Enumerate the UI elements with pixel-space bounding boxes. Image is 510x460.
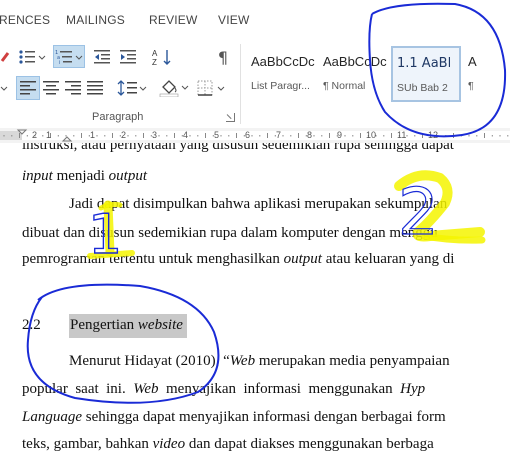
align-center-icon: [43, 81, 59, 95]
decrease-indent-button[interactable]: [91, 46, 113, 68]
show-hide-marks-button[interactable]: ¶: [212, 46, 234, 68]
style-sample: AaBbCcDc: [251, 54, 315, 69]
justify-button[interactable]: [84, 76, 106, 100]
svg-text:i: i: [59, 60, 60, 65]
ruler-number: 2: [121, 130, 127, 140]
ruler-number: 4: [183, 130, 189, 140]
text-line: Language sehingga dapat menyajikan infor…: [22, 409, 446, 425]
ruler-number: 1: [46, 130, 52, 140]
style-sample: A: [468, 54, 477, 69]
justify-icon: [87, 81, 103, 95]
svg-text:Z: Z: [152, 58, 157, 66]
shading-button[interactable]: [157, 76, 191, 100]
styles-gallery: AaBbCcDc List Paragr... AaBbCcDc ¶ Norma…: [243, 38, 510, 104]
text-line: dibuat dan disusun sedemikian rupa dalam…: [22, 225, 438, 241]
align-left-button[interactable]: [16, 76, 40, 100]
style-sample: 1.1 AaBl: [397, 56, 452, 71]
clear-format-icon[interactable]: [0, 46, 10, 68]
multilevel-list-button[interactable]: 1 a i: [53, 45, 85, 68]
decrease-indent-icon: [94, 50, 110, 64]
heading-title-selected[interactable]: Pengertian website: [69, 314, 187, 338]
ruler-number: 10: [366, 130, 377, 140]
borders-icon: [197, 80, 225, 96]
style-name: ¶: [468, 80, 474, 92]
style-name: List Paragr...: [251, 80, 310, 92]
style-name: ¶ Normal: [323, 80, 366, 92]
paragraph-dialog-launcher-icon[interactable]: [226, 113, 235, 122]
ruler-number: 12: [428, 130, 439, 140]
bullets-icon: [19, 50, 46, 64]
line-spacing-button[interactable]: [115, 76, 149, 100]
document-page[interactable]: instruksi, atau pernyataan yang disusun …: [0, 143, 510, 460]
ruler-number: 2: [32, 130, 38, 140]
align-left-icon: [20, 81, 36, 95]
style-list-paragraph[interactable]: AaBbCcDc List Paragr...: [247, 46, 317, 102]
ruler-number: 6: [245, 130, 251, 140]
ruler-number: 7: [276, 130, 282, 140]
svg-text:A: A: [152, 49, 158, 58]
align-right-button[interactable]: [62, 76, 84, 100]
style-next[interactable]: A ¶: [464, 46, 510, 102]
sort-button[interactable]: A Z: [149, 46, 181, 68]
pilcrow-icon: ¶: [217, 47, 229, 67]
text-line: Jadi dapat disimpulkan bahwa aplikasi me…: [69, 196, 448, 212]
tab-references[interactable]: RENCES: [0, 13, 50, 27]
ribbon-tab-bar: RENCES MAILINGS REVIEW VIEW: [0, 0, 510, 38]
style-normal[interactable]: AaBbCcDc ¶ Normal: [319, 46, 389, 102]
align-right-icon: [65, 81, 81, 95]
tab-review[interactable]: REVIEW: [149, 13, 198, 27]
borders-button[interactable]: [195, 76, 229, 100]
font-color-arrow-icon[interactable]: [0, 78, 10, 100]
increase-indent-button[interactable]: [117, 46, 139, 68]
text-line: instruksi, atau pernyataan yang disusun …: [22, 143, 454, 153]
line-spacing-icon: [117, 80, 147, 96]
text-line: pemrograman tertentu untuk menghasilkan …: [22, 251, 455, 267]
multilevel-list-icon: 1 a i: [55, 50, 83, 65]
ruler-number: 8: [307, 130, 313, 140]
align-center-button[interactable]: [40, 76, 62, 100]
text-line: input menjadi output: [22, 168, 148, 184]
text-line: teks, gambar, bahkan video dan dapat dia…: [22, 436, 434, 452]
style-sub-bab-2[interactable]: 1.1 AaBl SUb Bab 2: [391, 46, 461, 102]
bullets-button[interactable]: [17, 46, 47, 68]
text-line: Menurut Hidayat (2010), “Web merupakan m…: [69, 353, 450, 369]
ruler-number: 9: [337, 130, 343, 140]
ribbon: 1 a i A Z ¶ Paragraph AaBbCcDc List Para…: [0, 38, 510, 128]
ruler-number: 5: [214, 130, 220, 140]
horizontal-ruler[interactable]: 2 1 1 2 3 4 5 6 7 8 9 10 11 12: [0, 128, 510, 143]
text-line: popular saat ini. Web menyajikan informa…: [22, 381, 426, 397]
tab-mailings[interactable]: MAILINGS: [66, 13, 125, 27]
ruler-number: 11: [397, 130, 407, 140]
paint-bucket-icon: [159, 80, 189, 97]
heading-number: 2.2: [22, 317, 41, 333]
group-separator: [240, 44, 241, 124]
ruler-number: 3: [152, 130, 158, 140]
style-sample: AaBbCcDc: [323, 54, 387, 69]
style-name: SUb Bab 2: [397, 82, 448, 94]
paragraph-group-label: Paragraph: [92, 111, 144, 123]
ruler-number: 1: [90, 130, 96, 140]
increase-indent-icon: [120, 50, 136, 64]
sort-icon: A Z: [152, 49, 171, 66]
tab-view[interactable]: VIEW: [218, 13, 249, 27]
